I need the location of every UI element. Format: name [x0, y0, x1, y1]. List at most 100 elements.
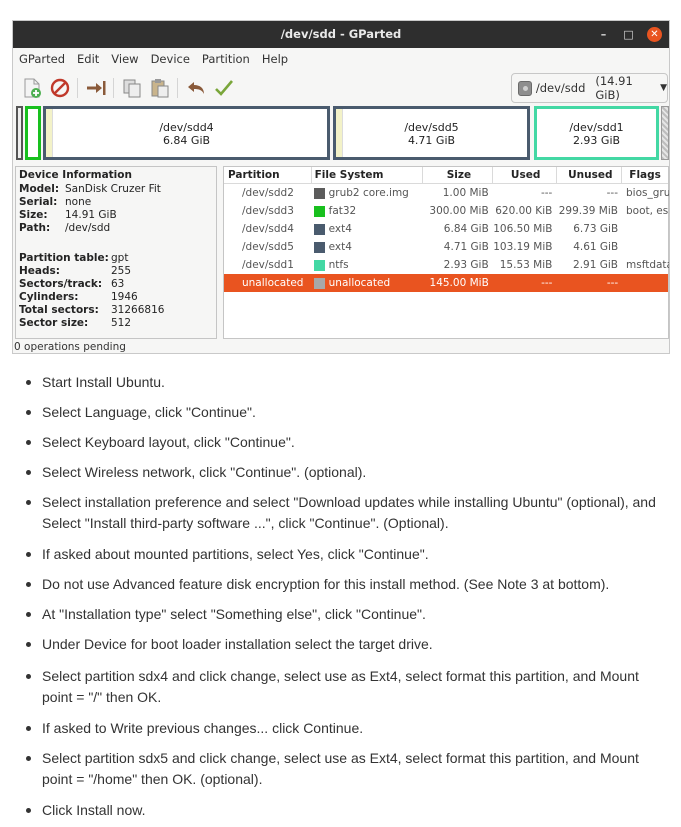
column-header-filesystem[interactable]: File System [312, 166, 424, 184]
info-value: 512 [111, 317, 132, 329]
cell-filesystem: unallocated [328, 277, 391, 289]
column-header-unused[interactable]: Unused [557, 166, 623, 184]
disk-icon [518, 80, 532, 96]
info-value: 1946 [111, 291, 138, 303]
list-item: Do not use Advanced feature disk encrypt… [42, 576, 610, 592]
window-title: /dev/sdd - GParted [280, 27, 402, 41]
table-row[interactable]: /dev/sdd4 ext4 6.84 GiB 106.50 MiB 6.73 GiB [224, 220, 668, 238]
chevron-down-icon: ▼ [660, 83, 667, 93]
undo-icon[interactable] [185, 77, 207, 99]
maximize-icon[interactable]: □ [621, 27, 636, 42]
column-header-used[interactable]: Used [493, 166, 557, 184]
apply-icon[interactable] [213, 77, 235, 99]
paste-icon[interactable] [149, 77, 171, 99]
status-bar: 0 operations pending [14, 341, 126, 353]
filesystem-color-swatch [313, 205, 325, 217]
title-bar: /dev/sdd - GParted – □ ✕ [13, 21, 669, 48]
table-row[interactable]: unallocated unallocated 145.00 MiB --- --- [224, 274, 668, 292]
info-value: gpt [111, 252, 129, 264]
info-value: 63 [111, 278, 125, 290]
disk-map-label: /dev/sdd1 [569, 121, 624, 134]
menu-partition[interactable]: Partition [202, 52, 250, 66]
cell-partition: /dev/sdd5 [242, 241, 294, 253]
cell-size: 2.93 GiB [443, 259, 489, 271]
disk-map-sdd5[interactable]: /dev/sdd5 4.71 GiB [333, 106, 530, 160]
list-item: Select Keyboard layout, click "Continue"… [42, 434, 295, 450]
list-item: Start Install Ubuntu. [42, 374, 165, 390]
new-partition-icon[interactable] [21, 77, 43, 99]
cell-filesystem: fat32 [328, 205, 357, 217]
disk-map-sdd3[interactable] [25, 106, 41, 160]
info-key: Serial: [19, 196, 58, 208]
list-item: If asked to Write previous changes... cl… [42, 720, 364, 736]
table-row[interactable]: /dev/sdd5 ext4 4.71 GiB 103.19 MiB 4.61 GiB [224, 238, 668, 256]
device-selector-size: (14.91 GiB) [595, 74, 633, 102]
filesystem-color-swatch [313, 259, 325, 271]
partition-table: Partition File System Size Used Unused F… [223, 166, 669, 339]
delete-icon[interactable] [49, 77, 71, 99]
menu-device[interactable]: Device [151, 52, 190, 66]
cell-size: 300.00 MiB [429, 205, 489, 217]
cell-size: 4.71 GiB [443, 241, 489, 253]
info-key: Partition table: [19, 252, 109, 264]
table-body: /dev/sdd2 grub2 core.img 1.00 MiB --- --- bio… [224, 184, 670, 292]
cell-flags: boot, esp [626, 205, 669, 217]
column-header-size[interactable]: Size [423, 166, 493, 184]
table-row[interactable]: /dev/sdd3 fat32 300.00 MiB 620.00 KiB 299.39… [224, 202, 669, 220]
minimize-icon[interactable]: – [596, 27, 611, 42]
info-key: Size: [19, 209, 48, 221]
info-key: Cylinders: [19, 291, 79, 303]
cell-partition: /dev/sdd4 [242, 223, 294, 235]
disk-map-sdd2[interactable] [16, 106, 23, 160]
list-item: Under Device for boot loader installatio… [42, 636, 433, 652]
table-row[interactable]: /dev/sdd2 grub2 core.img 1.00 MiB --- --- bio… [224, 184, 669, 202]
gparted-window: /dev/sdd - GParted – □ ✕ GParted Edit Vi… [12, 20, 670, 354]
disk-map-size: 2.93 GiB [572, 134, 621, 147]
info-value: 255 [111, 265, 132, 277]
cell-partition: unallocated [242, 277, 304, 289]
menu-edit[interactable]: Edit [77, 52, 99, 66]
device-selector[interactable]: /dev/sdd (14.91 GiB) ▼ [511, 73, 668, 103]
disk-map-sdd1[interactable]: /dev/sdd1 2.93 GiB [534, 106, 659, 160]
column-header-flags[interactable]: Flags [622, 167, 668, 184]
info-key: Sector size: [19, 317, 89, 329]
cell-size: 145.00 MiB [429, 277, 489, 289]
cell-unused: 6.73 GiB [573, 223, 619, 235]
cell-unused: 2.91 GiB [573, 259, 618, 271]
info-value: /dev/sdd [65, 222, 111, 234]
resize-move-icon[interactable] [85, 77, 107, 99]
menu-gparted[interactable]: GParted [19, 52, 65, 66]
info-value: 14.91 GiB [65, 209, 117, 221]
menu-view[interactable]: View [111, 52, 138, 66]
menu-bar: GParted Edit View Device Partition Help [13, 48, 669, 69]
disk-map-unallocated[interactable] [661, 106, 669, 160]
info-value: SanDisk Cruzer Fit [65, 183, 161, 195]
filesystem-color-swatch [313, 187, 325, 199]
cell-used: 15.53 MiB [499, 259, 553, 271]
copy-icon[interactable] [121, 77, 143, 99]
list-item: Click Install now. [42, 802, 146, 818]
cell-size: 1.00 MiB [442, 187, 489, 199]
disk-map-sdd4[interactable]: /dev/sdd4 6.84 GiB [43, 106, 330, 160]
table-row[interactable]: /dev/sdd1 ntfs 2.93 GiB 15.53 MiB 2.91 GiB ms… [224, 256, 670, 274]
cell-filesystem: ext4 [328, 223, 352, 235]
cell-used: 620.00 KiB [495, 205, 553, 217]
list-item: If asked about mounted partitions, selec… [42, 546, 429, 562]
close-icon[interactable]: ✕ [647, 27, 662, 42]
menu-help[interactable]: Help [262, 52, 288, 66]
list-item: At "Installation type" select "Something… [42, 606, 426, 622]
info-key: Heads: [19, 265, 60, 277]
info-key: Path: [19, 222, 51, 234]
cell-used: 103.19 MiB [493, 241, 553, 253]
toolbar: /dev/sdd (14.91 GiB) ▼ [13, 69, 669, 107]
cell-flags: msftdata [626, 259, 670, 271]
device-selector-device: /dev/sdd [535, 81, 586, 95]
filesystem-color-swatch [313, 277, 325, 289]
table-header: Partition File System Size Used Unused F… [224, 166, 668, 184]
info-value: none [65, 196, 92, 208]
info-key: Total sectors: [19, 304, 99, 316]
column-header-partition[interactable]: Partition [224, 166, 312, 184]
list-item: Select partition sdx4 and click change, … [42, 668, 639, 705]
info-value: 31266816 [111, 304, 165, 316]
cell-used: 106.50 MiB [493, 223, 553, 235]
